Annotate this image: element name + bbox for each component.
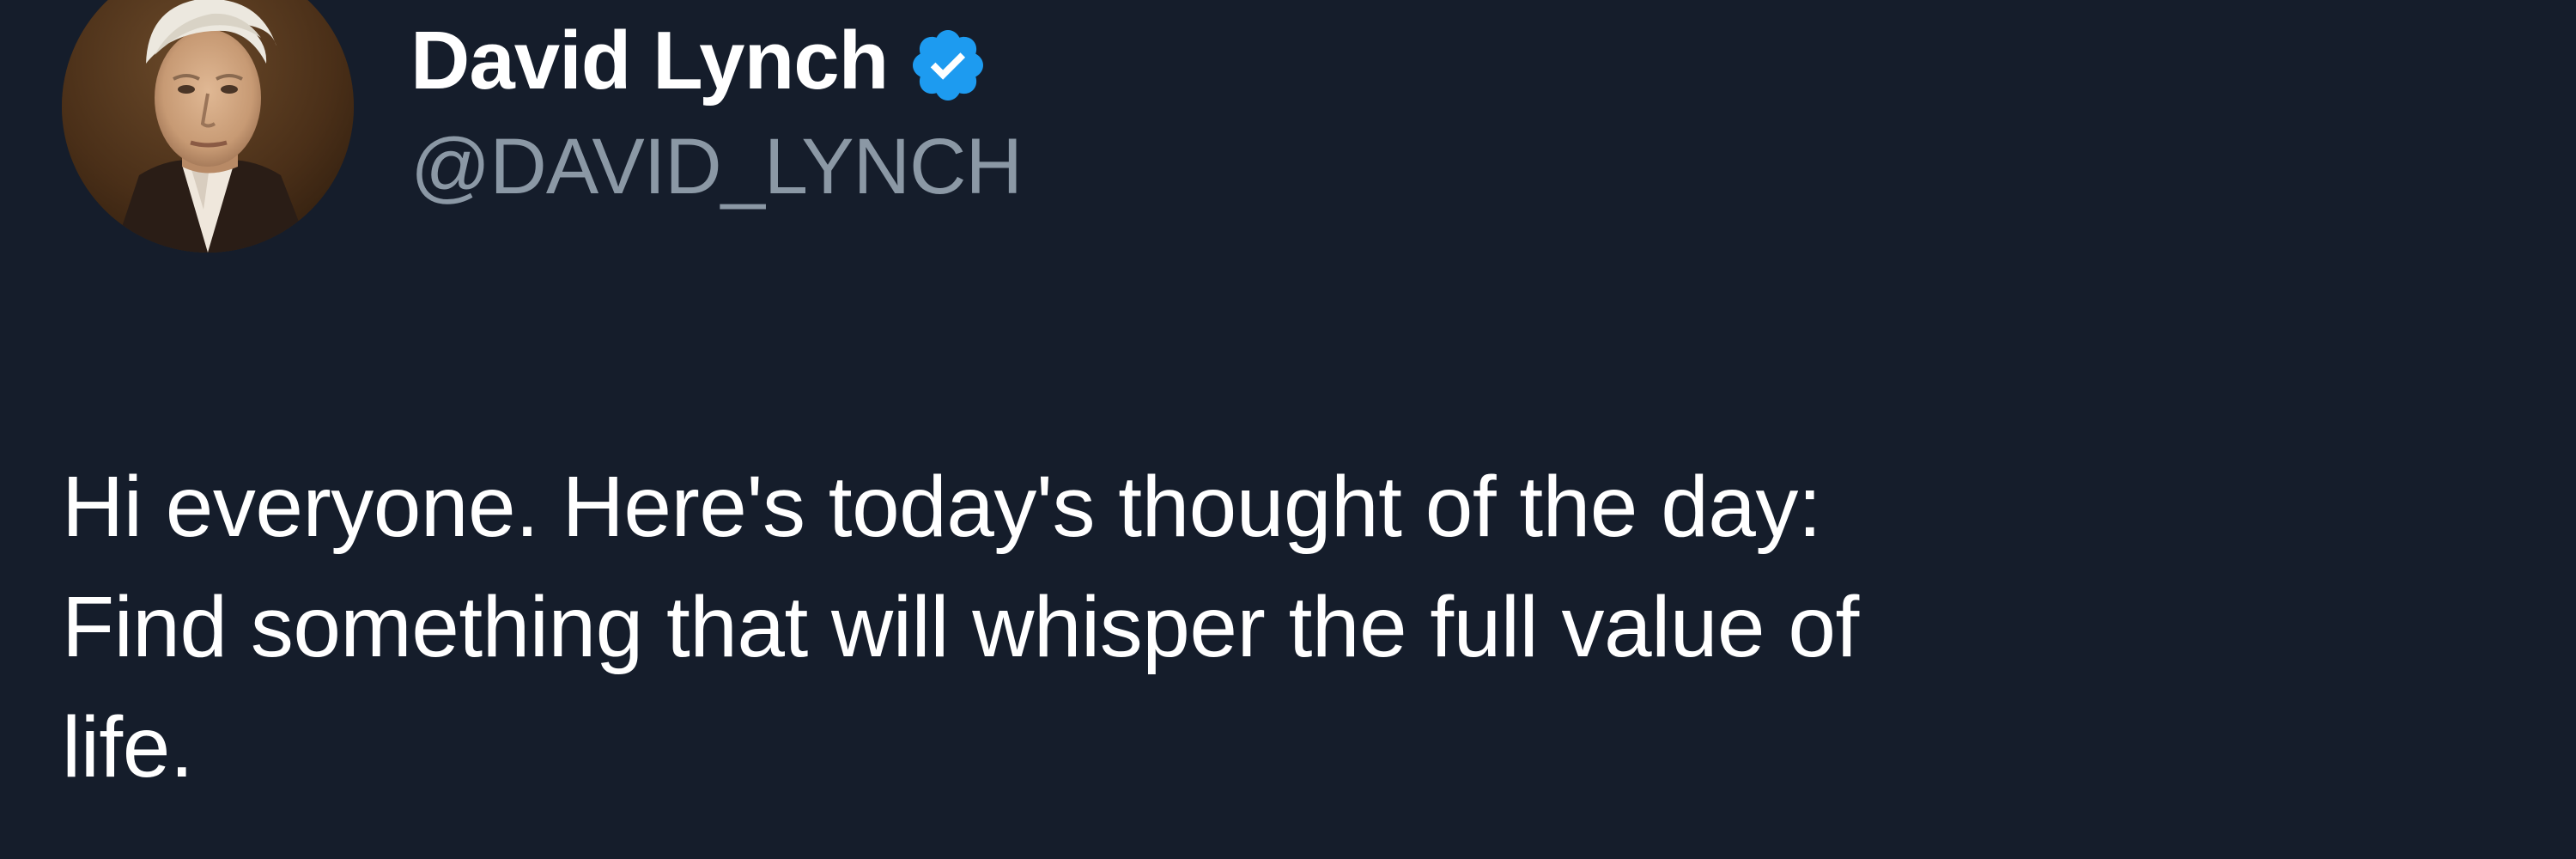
avatar-photo bbox=[62, 0, 354, 253]
tweet-card: David Lynch @DAVID_LYNCH Hi everyone. He… bbox=[0, 0, 2576, 859]
verified-check-icon[interactable] bbox=[907, 24, 989, 107]
tweet-text: Hi everyone. Here's today's thought of t… bbox=[62, 459, 1859, 795]
author-avatar[interactable] bbox=[62, 0, 354, 253]
author-display-name[interactable]: David Lynch bbox=[410, 14, 889, 108]
author-name-row: David Lynch bbox=[410, 5, 989, 117]
author-handle[interactable]: @DAVID_LYNCH bbox=[410, 122, 1023, 212]
